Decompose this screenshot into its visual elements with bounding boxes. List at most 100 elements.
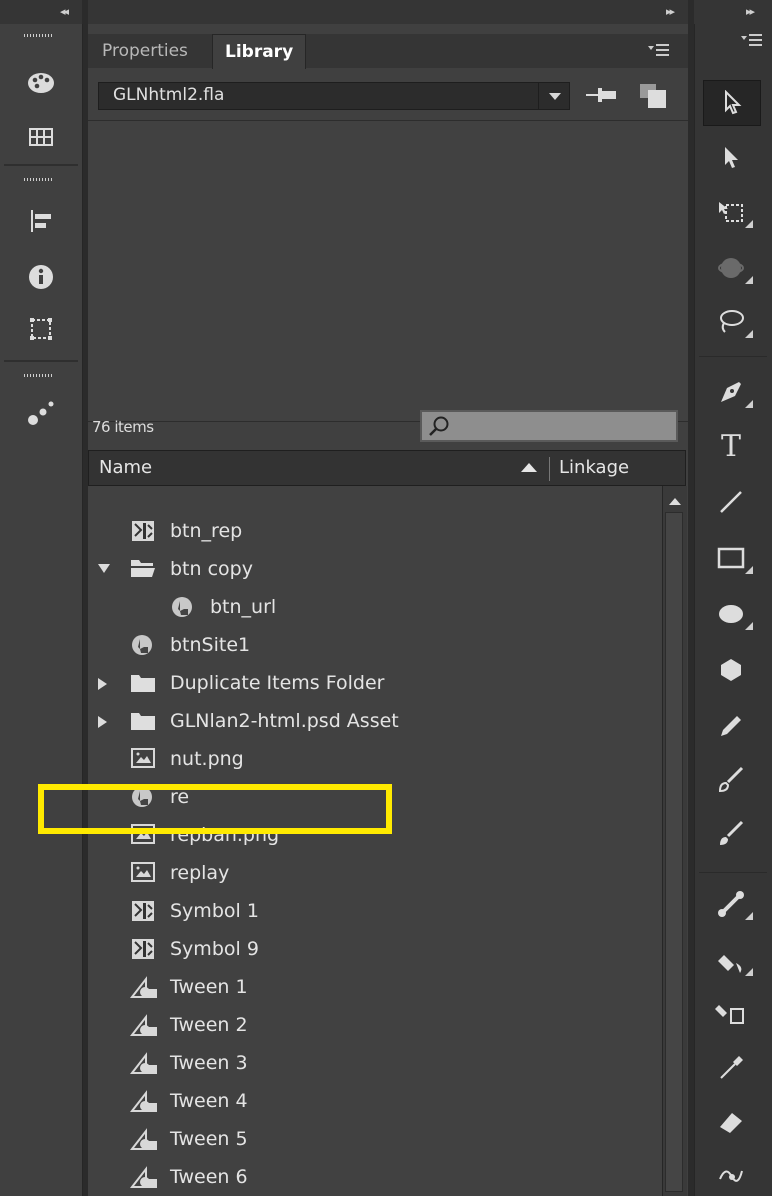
item-count: 76 items [92, 418, 154, 436]
expand-closed-icon[interactable] [98, 678, 107, 690]
chevron-down-icon[interactable] [538, 83, 569, 109]
subselection-tool-icon[interactable] [703, 136, 759, 180]
list-item[interactable]: Tween 5 [88, 1120, 662, 1158]
free-transform-tool-icon[interactable] [703, 190, 759, 234]
panel-dock-header: ▸▸ [88, 0, 688, 24]
column-name[interactable]: Name [99, 457, 152, 478]
list-item[interactable]: Tween 6 [88, 1158, 662, 1196]
list-item-label: replay [170, 862, 230, 884]
separator [4, 360, 78, 362]
polystar-tool-icon[interactable] [703, 648, 759, 692]
list-item[interactable]: btn copy [88, 550, 662, 588]
bitmap-icon [130, 747, 156, 771]
list-item-label: btn_url [210, 596, 277, 618]
expand-closed-icon[interactable] [98, 716, 107, 728]
list-item-label: Tween 6 [170, 1166, 248, 1188]
bone-tool-icon[interactable] [703, 882, 759, 926]
list-item-label: btn copy [170, 558, 253, 580]
oval-tool-icon[interactable] [703, 592, 759, 636]
color-swatches-icon[interactable] [26, 68, 56, 98]
paint-brush-tool-icon[interactable] [703, 812, 759, 856]
scroll-up-icon[interactable] [669, 498, 681, 505]
swatches-grid-icon[interactable] [26, 122, 56, 152]
tools-panel: T [694, 24, 772, 1196]
drag-grip[interactable] [24, 178, 52, 181]
left-dock-header: ◂◂ [0, 0, 82, 24]
list-item[interactable]: btnSite1 [88, 626, 662, 664]
search-icon [429, 416, 449, 436]
rectangle-tool-icon[interactable] [703, 536, 759, 580]
paint-bucket-tool-icon[interactable] [703, 938, 759, 982]
drag-grip[interactable] [24, 34, 52, 37]
graphic-icon [129, 975, 157, 999]
list-item[interactable]: btn_rep [88, 512, 662, 550]
list-item-label: Symbol 9 [170, 938, 259, 960]
scroll-thumb[interactable] [665, 512, 683, 1192]
eraser-tool-icon[interactable] [703, 1100, 759, 1144]
pencil-tool-icon[interactable] [703, 704, 759, 748]
align-icon[interactable] [26, 206, 56, 236]
line-tool-icon[interactable] [703, 480, 759, 524]
collapse-left-icon[interactable]: ◂◂ [60, 5, 69, 18]
list-item-label: btnSite1 [170, 634, 251, 656]
collapse-panel-icon[interactable]: ▸▸ [666, 5, 675, 18]
drag-grip[interactable] [24, 374, 52, 377]
folder-icon [130, 671, 156, 695]
width-tool-icon[interactable] [703, 1150, 759, 1194]
search-input[interactable] [420, 410, 678, 442]
list-item[interactable]: Symbol 9 [88, 930, 662, 968]
tools-dock-header: ▸▸ [694, 0, 772, 24]
3d-rotation-tool-icon[interactable] [703, 246, 759, 290]
list-item[interactable]: Duplicate Items Folder [88, 664, 662, 702]
list-item[interactable]: Tween 4 [88, 1082, 662, 1120]
document-name: GLNhtml2.fla [113, 85, 225, 105]
list-item[interactable]: Symbol 1 [88, 892, 662, 930]
text-tool-icon[interactable]: T [703, 424, 759, 468]
column-divider[interactable] [549, 457, 550, 481]
list-item-label: GLNlan2-html.psd Asset [170, 710, 399, 732]
bitmap-icon [130, 861, 156, 885]
tab-bar: Properties Library [88, 34, 688, 69]
vertical-scrollbar[interactable] [662, 486, 687, 1196]
folder-icon [130, 709, 156, 733]
library-panel: Properties Library GLNhtml2.fla 76 items… [88, 24, 688, 1196]
list-item-label: Tween 2 [170, 1014, 248, 1036]
list-item[interactable]: Tween 3 [88, 1044, 662, 1082]
column-linkage[interactable]: Linkage [559, 457, 629, 478]
pen-tool-icon[interactable] [703, 370, 759, 414]
list-item[interactable]: Tween 2 [88, 1006, 662, 1044]
left-panel-dock [0, 24, 83, 1196]
list-item[interactable]: btn_url [88, 588, 662, 626]
list-item-label: Tween 3 [170, 1052, 248, 1074]
list-item[interactable]: Tween 1 [88, 968, 662, 1006]
tools-menu-icon[interactable] [741, 32, 763, 52]
eyedropper-tool-icon[interactable] [703, 1046, 759, 1090]
motion-presets-icon[interactable] [26, 398, 56, 428]
pin-icon[interactable] [586, 84, 620, 110]
selection-tool-icon[interactable] [703, 80, 761, 126]
list-item-label: Symbol 1 [170, 900, 259, 922]
graphic-icon [129, 1127, 157, 1151]
graphic-icon [129, 1165, 157, 1189]
panel-menu-icon[interactable] [648, 42, 670, 62]
list-header: Name Linkage [88, 450, 686, 486]
sort-ascending-icon[interactable] [521, 463, 537, 472]
transform-icon[interactable] [26, 314, 56, 344]
list-item[interactable]: nut.png [88, 740, 662, 778]
collapse-tools-icon[interactable]: ▸▸ [746, 5, 755, 18]
movieclip-icon [130, 519, 156, 543]
brush-tool-icon[interactable] [703, 758, 759, 802]
list-item[interactable]: GLNlan2-html.psd Asset [88, 702, 662, 740]
tab-properties[interactable]: Properties [90, 34, 200, 68]
lasso-tool-icon[interactable] [703, 300, 759, 344]
graphic-icon [129, 1013, 157, 1037]
document-selector[interactable]: GLNhtml2.fla [98, 82, 570, 110]
tab-library[interactable]: Library [212, 34, 307, 69]
expand-open-icon[interactable] [98, 564, 110, 573]
ink-bottle-tool-icon[interactable] [703, 990, 759, 1034]
list-item[interactable]: replay [88, 854, 662, 892]
info-icon[interactable] [26, 262, 56, 292]
new-library-panel-icon[interactable] [638, 82, 668, 114]
list-item-label: btn_rep [170, 520, 243, 542]
item-preview-area [88, 120, 688, 422]
